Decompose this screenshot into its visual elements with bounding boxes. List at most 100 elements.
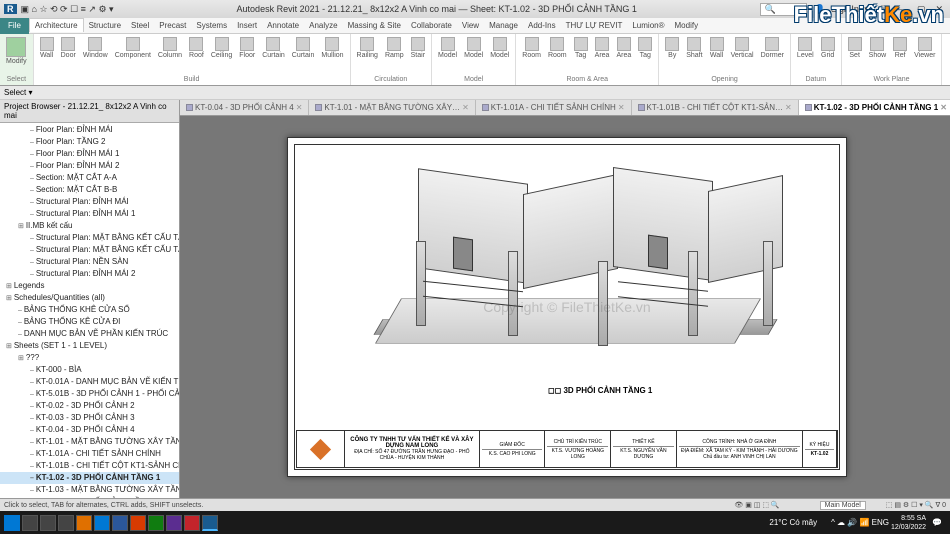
ramp-button[interactable]: Ramp [383, 36, 406, 60]
view-tab[interactable]: KT-1.02 - 3D PHỐI CẢNH TẦNG 1 ✕ [799, 100, 950, 115]
stair-button[interactable]: Stair [409, 36, 427, 60]
tree-node[interactable]: Structural Plan: MẶT BẰNG KẾT CẤU TẦNG 1 [0, 232, 179, 244]
view-tab[interactable]: KT-1.01B - CHI TIẾT CỘT KT1-SẢN… ✕ [632, 100, 799, 115]
area-button[interactable]: Area [593, 36, 612, 60]
taskbar-revit-icon[interactable] [202, 515, 218, 531]
ribbon-tab-th-l-revit[interactable]: THƯ LỰ REVIT [561, 19, 628, 32]
ribbon-tab-insert[interactable]: Insert [232, 19, 262, 32]
tree-node[interactable]: Structural Plan: ĐỈNH MÁI 2 [0, 268, 179, 280]
mullion-button[interactable]: Mullion [319, 36, 345, 60]
tree-node[interactable]: KT-1.02 - 3D PHỐI CẢNH TẦNG 1 [0, 472, 179, 484]
viewer-button[interactable]: Viewer [912, 36, 937, 60]
tree-node[interactable]: Sheets (SET 1 - 1 LEVEL) [0, 340, 179, 352]
grid-button[interactable]: Grid [819, 36, 837, 60]
tag-room-button[interactable]: Tag [572, 36, 590, 60]
tree-node[interactable]: Schedules/Quantities (all) [0, 292, 179, 304]
tree-node[interactable]: KT-0.01A - DANH MỤC BẢN VẼ KIẾN TRÚC [0, 376, 179, 388]
workset-selector[interactable]: Main Model [820, 501, 866, 510]
tree-node[interactable]: KT-1.01A - CHI TIẾT SẢNH CHÍNH [0, 448, 179, 460]
tree-node[interactable]: Floor Plan: ĐỈNH MÁI 2 [0, 160, 179, 172]
tree-node[interactable]: II.MB kết cấu [0, 220, 179, 232]
notifications-icon[interactable]: 💬 [928, 518, 946, 527]
room-button[interactable]: Room [520, 36, 543, 60]
ribbon-tab-precast[interactable]: Precast [154, 19, 191, 32]
tree-node[interactable]: Structural Plan: ĐỈNH MÁI 1 [0, 208, 179, 220]
window-button[interactable]: Window [81, 36, 110, 60]
ribbon-tab-steel[interactable]: Steel [126, 19, 154, 32]
ribbon-tab-add-ins[interactable]: Add-Ins [523, 19, 561, 32]
ref-plane-button[interactable]: Ref [891, 36, 909, 60]
view-tab[interactable]: KT-0.04 - 3D PHỐI CẢNH 4 ✕ [180, 100, 309, 115]
door-button[interactable]: Door [59, 36, 78, 60]
canvas[interactable]: 3D PHỐI CẢNH TẦNG 1 CÔNG TY TNHH TƯ VẤN … [180, 116, 950, 498]
start-button[interactable] [4, 515, 20, 531]
select-dropdown[interactable]: Select ▾ [4, 88, 32, 97]
status-right-icons[interactable]: ⬚ ▤ ⚙ ☐ ▾ 🔍 ∇ 0 [886, 501, 946, 509]
modify-button[interactable]: Modify [4, 36, 29, 66]
tree-node[interactable]: BẢNG THỐNG KHÊ CỬA SỔ [0, 304, 179, 316]
tree-node[interactable]: KT-1.04 - 3D PHỐI CẢNH TẦNG 2 [0, 496, 179, 498]
tree-node[interactable]: KT-0.03 - 3D PHỐI CẢNH 3 [0, 412, 179, 424]
taskbar-app-icon[interactable] [166, 515, 182, 531]
view-tab[interactable]: KT-1.01A - CHI TIẾT SẢNH CHÍNH ✕ [476, 100, 632, 115]
ribbon-tab-architecture[interactable]: Architecture [29, 18, 84, 32]
tree-node[interactable]: Section: MẶT CẮT B-B [0, 184, 179, 196]
ribbon-tab-analyze[interactable]: Analyze [304, 19, 342, 32]
tree-node[interactable]: Structural Plan: NỀN SÀN [0, 256, 179, 268]
view-tab[interactable]: KT-1.01 - MẶT BẰNG TƯỜNG XÂY… ✕ [309, 100, 475, 115]
tree-node[interactable]: Section: MẶT CẮT A-A [0, 172, 179, 184]
wall-button[interactable]: Wall [38, 36, 56, 60]
tag-area-button[interactable]: Tag [636, 36, 654, 60]
tree-node[interactable]: KT-1.03 - MẶT BẰNG TƯỜNG XÂY TẦNG 2 [0, 484, 179, 496]
taskbar-app-icon[interactable] [76, 515, 92, 531]
shaft-button[interactable]: Shaft [684, 36, 704, 60]
tree-node[interactable]: BẢNG THỐNG KÊ CỬA ĐI [0, 316, 179, 328]
tree-node[interactable]: KT-1.01B - CHI TIẾT CỘT KT1-SẢNH CHÍNH [0, 460, 179, 472]
show-button[interactable]: Show [867, 36, 889, 60]
taskbar-taskview-icon[interactable] [58, 515, 74, 531]
model-text-button[interactable]: Model [436, 36, 459, 60]
room-separator-button[interactable]: Room [546, 36, 569, 60]
ribbon-tab-systems[interactable]: Systems [191, 19, 232, 32]
level-button[interactable]: Level [795, 36, 816, 60]
qat-icons[interactable]: ▣ ⌂ ☆ ⟲ ⟳ ☐ ≡ ↗ ⚙ ▾ [21, 4, 114, 15]
project-tree[interactable]: Floor Plan: ĐỈNH MÁIFloor Plan: TẦNG 2Fl… [0, 123, 179, 498]
floor-button[interactable]: Floor [237, 36, 257, 60]
taskbar-clock[interactable]: 8:55 SA12/03/2022 [891, 514, 926, 532]
tree-node[interactable]: Structural Plan: MẶT BẰNG KẾT CẤU TẦNG 2 [0, 244, 179, 256]
tree-node[interactable]: Legends [0, 280, 179, 292]
file-tab[interactable]: File [0, 18, 29, 34]
by-face-button[interactable]: By [663, 36, 681, 60]
component-button[interactable]: Component [113, 36, 153, 60]
tree-node[interactable]: KT-000 - BÌA [0, 364, 179, 376]
ceiling-button[interactable]: Ceiling [209, 36, 234, 60]
tree-node[interactable]: KT-5.01B - 3D PHỐI CẢNH 1 - PHỐI CẢNH [0, 388, 179, 400]
vertical-button[interactable]: Vertical [729, 36, 756, 60]
tree-node[interactable]: ??? [0, 352, 179, 364]
weather-widget[interactable]: 21°C Có mây [769, 518, 817, 527]
wall-button[interactable]: Wall [708, 36, 726, 60]
view-control-icons[interactable]: 👁 ▣ ◫ ⬚ 🔍 [734, 501, 779, 509]
ribbon-tab-view[interactable]: View [457, 19, 484, 32]
column-button[interactable]: Column [156, 36, 184, 60]
taskbar-app-icon[interactable] [94, 515, 110, 531]
area-boundary-button[interactable]: Area [614, 36, 633, 60]
tree-node[interactable]: KT-0.02 - 3D PHỐI CẢNH 2 [0, 400, 179, 412]
curtain-system-button[interactable]: Curtain [260, 36, 287, 60]
tree-node[interactable]: Structural Plan: ĐỈNH MÁI [0, 196, 179, 208]
tree-node[interactable]: Floor Plan: ĐỈNH MÁI [0, 124, 179, 136]
ribbon-tab-collaborate[interactable]: Collaborate [406, 19, 457, 32]
ribbon-tab-modify[interactable]: Modify [670, 19, 704, 32]
windows-taskbar[interactable]: 21°C Có mây ^ ☁ 🔊 📶 ENG 8:55 SA12/03/202… [0, 511, 950, 534]
taskbar-app-icon[interactable] [148, 515, 164, 531]
tray-icons[interactable]: ^ ☁ 🔊 📶 ENG [831, 518, 889, 527]
railing-button[interactable]: Railing [355, 36, 380, 60]
ribbon-tab-annotate[interactable]: Annotate [262, 19, 304, 32]
taskbar-app-icon[interactable] [130, 515, 146, 531]
model-group-button[interactable]: Model [488, 36, 511, 60]
tree-node[interactable]: DANH MỤC BẢN VẼ PHẦN KIẾN TRÚC [0, 328, 179, 340]
tree-node[interactable]: KT-0.04 - 3D PHỐI CẢNH 4 [0, 424, 179, 436]
taskbar-search-icon[interactable] [22, 515, 38, 531]
tree-node[interactable]: Floor Plan: ĐỈNH MÁI 1 [0, 148, 179, 160]
model-line-button[interactable]: Model [462, 36, 485, 60]
